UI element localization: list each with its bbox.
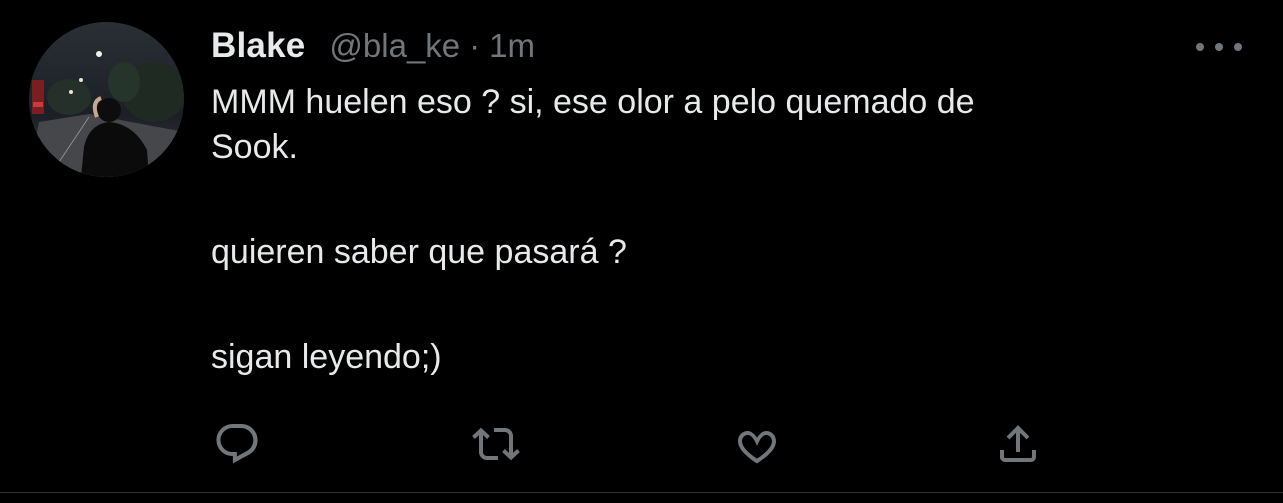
retweet-button[interactable] bbox=[470, 418, 522, 470]
tweet-header: Blake @bla_ke · 1m bbox=[211, 26, 535, 70]
tweet-text-line: Sook. bbox=[211, 128, 298, 166]
share-icon bbox=[1000, 425, 1036, 462]
tweet-text-line: quieren saber que pasará ? bbox=[211, 233, 627, 271]
avatar[interactable] bbox=[29, 22, 184, 177]
display-name[interactable]: Blake bbox=[211, 26, 305, 66]
timestamp[interactable]: 1m bbox=[489, 27, 535, 65]
more-dot bbox=[1215, 43, 1223, 51]
tweet-actions bbox=[0, 418, 1283, 470]
like-icon bbox=[738, 430, 776, 464]
reply-icon bbox=[216, 424, 258, 464]
retweet-icon bbox=[472, 427, 520, 461]
tweet[interactable]: Blake @bla_ke · 1m MMM huelen eso ? si, … bbox=[0, 0, 1283, 503]
user-handle[interactable]: @bla_ke bbox=[329, 27, 460, 65]
tweet-text-line: MMM huelen eso ? si, ese olor a pelo que… bbox=[211, 83, 975, 121]
avatar-photo bbox=[29, 22, 184, 177]
divider bbox=[0, 492, 1283, 493]
share-button[interactable] bbox=[992, 418, 1044, 470]
more-options-icon[interactable] bbox=[1196, 34, 1242, 60]
more-dot bbox=[1234, 43, 1242, 51]
reply-button[interactable] bbox=[211, 418, 263, 470]
tweet-text-line: sigan leyendo;) bbox=[211, 338, 442, 376]
separator-dot: · bbox=[469, 27, 481, 64]
like-button[interactable] bbox=[731, 418, 783, 470]
more-dot bbox=[1196, 43, 1204, 51]
tweet-text: MMM huelen eso ? si, ese olor a pelo que… bbox=[211, 80, 1231, 380]
